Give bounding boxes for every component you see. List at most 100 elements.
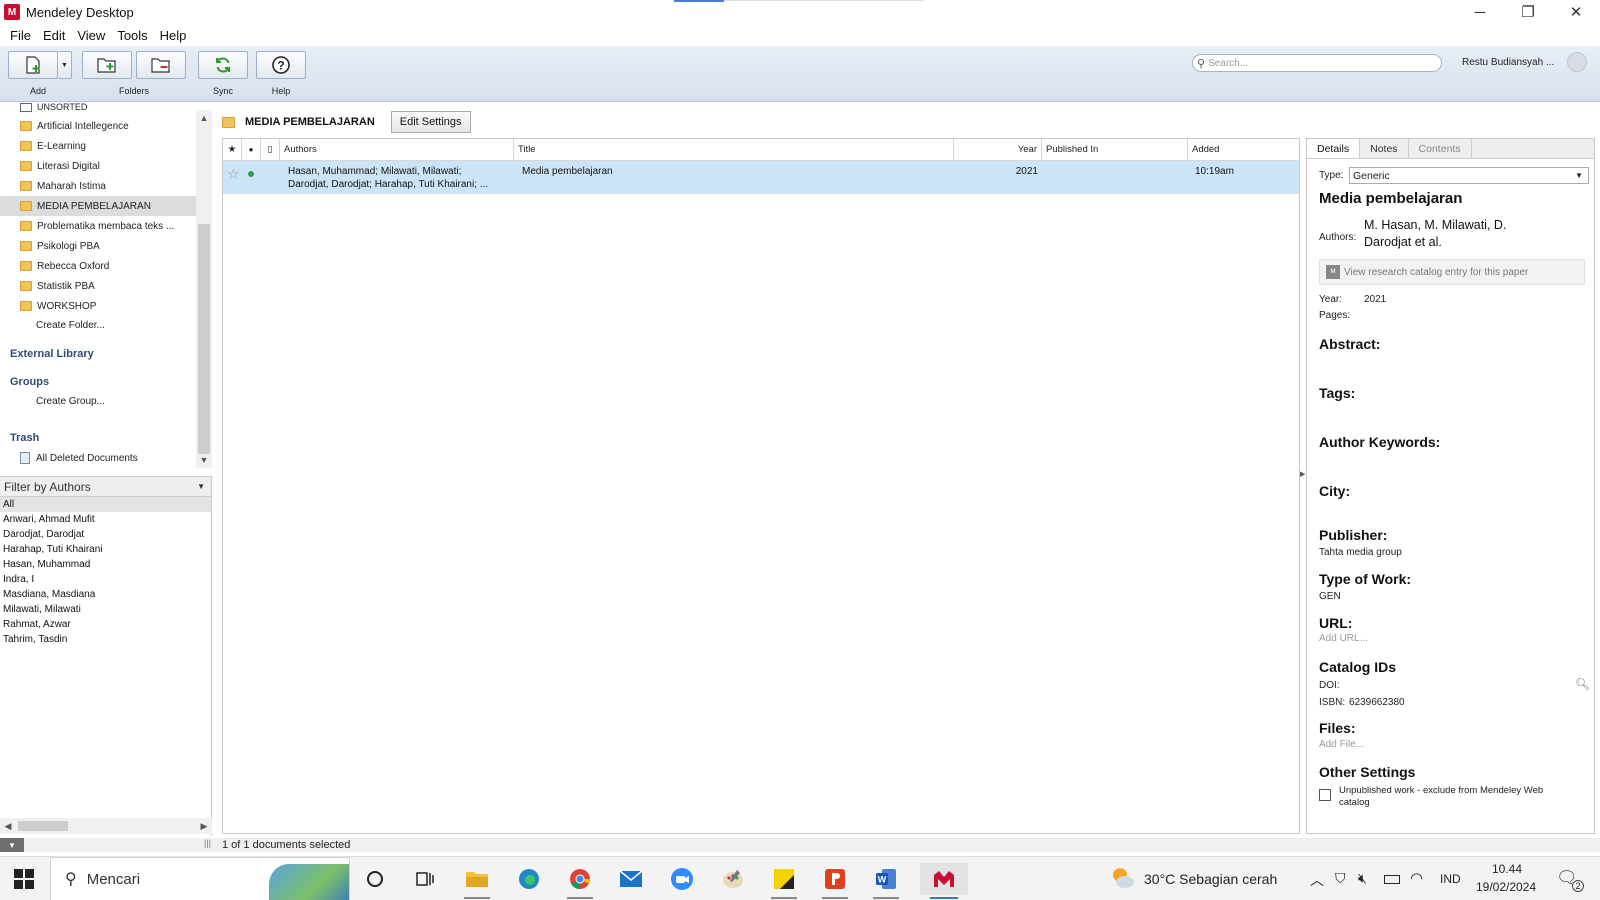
language-indicator[interactable]: IND: [1440, 872, 1461, 886]
sync-button[interactable]: [198, 51, 248, 79]
minimize-button[interactable]: ─: [1456, 0, 1504, 24]
filter-item[interactable]: Tahrim, Tasdin: [0, 632, 211, 647]
publisher-value[interactable]: Tahta media group: [1319, 547, 1402, 558]
menu-file[interactable]: File: [4, 28, 37, 43]
sidebar-item-rebecca-oxford[interactable]: Rebecca Oxford: [20, 256, 192, 276]
tab-contents[interactable]: Contents: [1409, 139, 1472, 158]
sticky-notes-icon[interactable]: [767, 863, 801, 899]
add-document-button[interactable]: [8, 51, 58, 79]
sidebar-item-psikologi-pba[interactable]: Psikologi PBA: [20, 236, 192, 256]
file-explorer-icon[interactable]: [460, 863, 494, 899]
word-icon[interactable]: W: [869, 863, 903, 899]
scroll-right-icon[interactable]: ▶: [196, 818, 212, 834]
column-year[interactable]: Year: [954, 139, 1042, 161]
remove-folder-button[interactable]: [136, 51, 186, 79]
help-button[interactable]: ?: [256, 51, 306, 79]
clock-date[interactable]: 19/02/2024: [1476, 880, 1536, 894]
tab-details[interactable]: Details: [1307, 139, 1361, 158]
filter-item[interactable]: Milawati, Milawati: [0, 602, 211, 617]
paint-icon[interactable]: [716, 863, 750, 895]
menu-help[interactable]: Help: [154, 28, 193, 43]
menu-tools[interactable]: Tools: [111, 28, 153, 43]
add-file-link[interactable]: Add File...: [1319, 739, 1364, 750]
unpublished-checkbox[interactable]: [1319, 789, 1331, 801]
scroll-left-icon[interactable]: ◀: [0, 818, 16, 834]
filter-hscrollbar[interactable]: ◀ ▶: [0, 818, 212, 834]
menu-edit[interactable]: Edit: [37, 28, 71, 43]
filter-item[interactable]: Darodjat, Darodjat: [0, 527, 211, 542]
filter-item[interactable]: Hasan, Muhammad: [0, 557, 211, 572]
isbn-value[interactable]: 6239662380: [1349, 697, 1405, 708]
sidebar-item-problematika[interactable]: Problematika membaca teks ...: [20, 216, 192, 236]
column-added[interactable]: Added: [1188, 139, 1299, 161]
year-value[interactable]: 2021: [1364, 294, 1386, 305]
add-dropdown-button[interactable]: ▼: [58, 51, 72, 79]
table-row[interactable]: ☆ Hasan, Muhammad; Milawati, Milawati; D…: [223, 161, 1299, 194]
column-authors[interactable]: Authors: [280, 139, 514, 161]
mail-icon[interactable]: [614, 863, 648, 895]
wifi-icon[interactable]: ◠: [1410, 869, 1423, 887]
sidebar-item-all-deleted[interactable]: All Deleted Documents: [20, 448, 192, 468]
filter-toggle-icon[interactable]: ▼: [0, 838, 24, 852]
mendeley-taskbar-icon[interactable]: [920, 863, 968, 899]
battery-icon[interactable]: [1384, 872, 1400, 887]
volume-muted-icon[interactable]: 🔇︎: [1358, 870, 1367, 887]
user-avatar[interactable]: [1567, 52, 1587, 72]
filter-item[interactable]: Harahap, Tuti Khairani: [0, 542, 211, 557]
authors-value[interactable]: M. Hasan, M. Milawati, D. Darodjat et al…: [1364, 217, 1506, 251]
scrollbar-thumb[interactable]: [18, 821, 68, 831]
column-title[interactable]: Title: [514, 139, 954, 161]
cortana-icon[interactable]: [358, 863, 392, 895]
edit-settings-button[interactable]: Edit Settings: [390, 111, 471, 133]
weather-icon[interactable]: [1110, 866, 1136, 893]
view-catalog-button[interactable]: ᴹ View research catalog entry for this p…: [1319, 259, 1585, 285]
scroll-up-icon[interactable]: ▲: [196, 110, 212, 126]
clock-time[interactable]: 10.44: [1492, 862, 1522, 876]
filter-item[interactable]: Anwari, Ahmad Mufit: [0, 512, 211, 527]
sidebar-item-workshop[interactable]: WORKSHOP: [20, 296, 192, 316]
filter-by-select[interactable]: Filter by Authors ▼: [0, 477, 211, 497]
filter-item[interactable]: Rahmat, Azwar: [0, 617, 211, 632]
search-input[interactable]: ⚲ Search...: [1192, 54, 1442, 72]
column-read[interactable]: ●: [242, 139, 261, 161]
add-folder-button[interactable]: [82, 51, 132, 79]
column-file[interactable]: ▯: [261, 139, 280, 161]
close-button[interactable]: ✕: [1552, 0, 1600, 24]
scroll-down-icon[interactable]: ▼: [196, 452, 212, 468]
user-name[interactable]: Restu Budiansyah ...: [1462, 57, 1554, 68]
star-icon[interactable]: ☆: [227, 167, 240, 181]
column-published-in[interactable]: Published In: [1042, 139, 1188, 161]
sidebar-item-e-learning[interactable]: E-Learning: [20, 136, 192, 156]
zoom-icon[interactable]: [665, 863, 699, 895]
document-title[interactable]: Media pembelajaran: [1319, 190, 1462, 207]
create-group-link[interactable]: Create Group...: [36, 396, 105, 407]
windows-start-icon[interactable]: [14, 869, 34, 892]
filter-item[interactable]: All: [0, 497, 211, 512]
sidebar-item-statistik-pba[interactable]: Statistik PBA: [20, 276, 192, 296]
external-library-heading[interactable]: External Library: [10, 348, 94, 360]
restore-button[interactable]: ❐: [1504, 0, 1552, 24]
weather-text[interactable]: 30°C Sebagian cerah: [1144, 871, 1277, 887]
filter-item[interactable]: Masdiana, Masdiana: [0, 587, 211, 602]
groups-heading[interactable]: Groups: [10, 376, 49, 388]
tab-notes[interactable]: Notes: [1360, 139, 1409, 158]
doi-lookup-icon[interactable]: 🔍︎: [1575, 677, 1590, 691]
panel-splitter-handle[interactable]: ▶: [1300, 470, 1305, 488]
type-select[interactable]: Generic ▼: [1349, 167, 1589, 184]
resize-grip-icon[interactable]: |||: [204, 838, 211, 848]
wps-pdf-icon[interactable]: [818, 863, 852, 899]
type-of-work-value[interactable]: GEN: [1319, 591, 1341, 602]
sidebar-item-media-pembelajaran[interactable]: MEDIA PEMBELAJARAN: [0, 196, 196, 216]
scrollbar-thumb[interactable]: [198, 224, 210, 454]
edge-icon[interactable]: [512, 863, 546, 895]
filter-item[interactable]: Indra, I: [0, 572, 211, 587]
sidebar-item-maharah-istima[interactable]: Maharah Istima: [20, 176, 192, 196]
create-folder-link[interactable]: Create Folder...: [36, 320, 105, 331]
sidebar-item-literasi-digital[interactable]: Literasi Digital: [20, 156, 192, 176]
column-favorite[interactable]: ★: [223, 139, 242, 161]
security-shield-icon[interactable]: ⛉: [1335, 870, 1346, 887]
menu-view[interactable]: View: [71, 28, 111, 43]
trash-heading[interactable]: Trash: [10, 432, 39, 444]
sidebar-scrollbar[interactable]: ▲ ▼: [196, 110, 212, 468]
chrome-icon[interactable]: [563, 863, 597, 899]
